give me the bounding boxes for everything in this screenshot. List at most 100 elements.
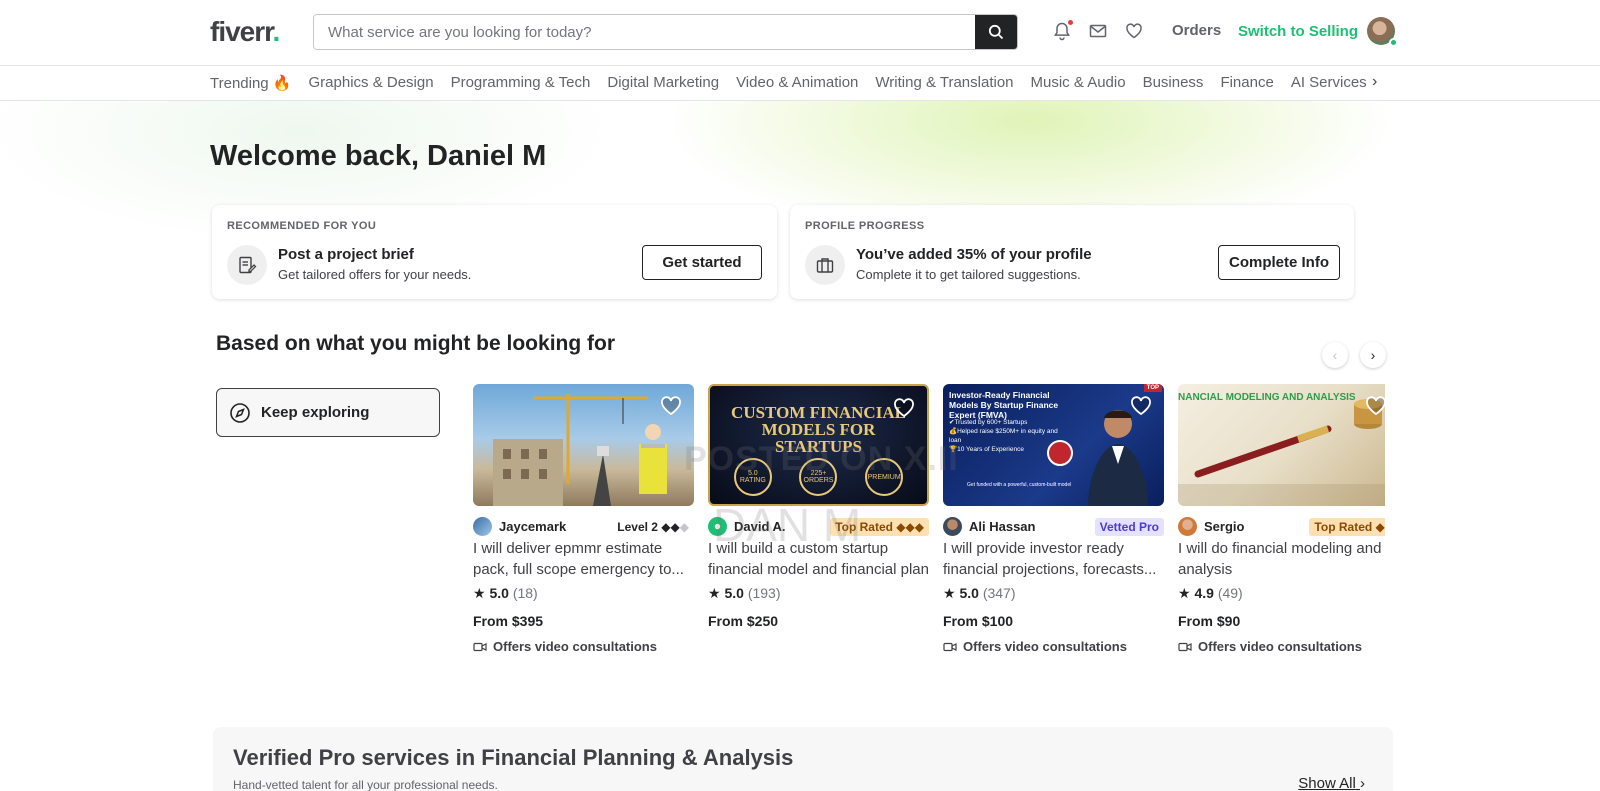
profile-eyebrow: PROFILE PROGRESS <box>805 220 925 232</box>
top-tag: TOP <box>1143 384 1162 392</box>
brief-edit-icon <box>239 256 257 274</box>
welcome-heading: Welcome back, Daniel M <box>210 140 547 172</box>
seller-row: Jaycemark Level 2 ◆◆◆ <box>473 517 694 537</box>
online-status-dot <box>1389 38 1398 47</box>
verified-title: Verified Pro services in Financial Plann… <box>233 745 794 770</box>
gig-title[interactable]: I will do financial modeling and analysi… <box>1178 538 1385 580</box>
gig-rating: ★ 5.0 (347) <box>943 585 1016 601</box>
seller-name[interactable]: Sergio <box>1204 519 1244 534</box>
keep-exploring-label: Keep exploring <box>261 404 370 421</box>
gig-title[interactable]: I will deliver epmmr estimate pack, full… <box>473 538 694 580</box>
star-icon: ★ <box>708 585 721 601</box>
thumb-badge: 225+ ORDERS <box>799 458 838 496</box>
seller-avatar[interactable] <box>943 517 962 536</box>
video-camera-icon <box>473 642 487 651</box>
gig-thumbnail[interactable]: NANCIAL MODELING AND ANALYSIS <box>1178 384 1385 506</box>
gig-card[interactable]: CUSTOM FINANCIAL MODELS FOR STARTUPS 5.0… <box>708 384 929 629</box>
chevron-right-icon: › <box>1370 347 1376 363</box>
verified-subtitle: Hand-vetted talent for all your professi… <box>233 778 498 791</box>
favorite-heart-icon[interactable] <box>893 398 915 418</box>
category-item[interactable]: Writing & Translation <box>875 74 1013 92</box>
seller-row: David A. Top Rated ◆◆◆ <box>708 517 929 537</box>
star-icon: ★ <box>473 585 486 601</box>
pen-and-coins-image <box>1178 399 1385 506</box>
seller-row: Ali Hassan Vetted Pro <box>943 517 1164 537</box>
fmva-seal-icon <box>1047 440 1073 466</box>
gig-thumbnail[interactable]: CUSTOM FINANCIAL MODELS FOR STARTUPS 5.0… <box>708 384 929 506</box>
briefcase-icon <box>816 258 834 273</box>
envelope-icon <box>1089 24 1107 38</box>
gig-rating: ★ 5.0 (18) <box>473 585 538 601</box>
search-bar <box>313 14 1018 50</box>
video-consultation-note: Offers video consultations <box>473 639 657 654</box>
thumb-title: Investor-Ready Financial Models By Start… <box>949 390 1059 420</box>
user-avatar[interactable] <box>1367 17 1398 47</box>
gig-card[interactable]: NANCIAL MODELING AND ANALYSIS Sergio Top… <box>1178 384 1385 654</box>
category-item[interactable]: Finance <box>1220 74 1273 92</box>
seller-avatar[interactable] <box>473 517 492 536</box>
video-camera-icon <box>1178 642 1192 651</box>
profile-progress-card: PROFILE PROGRESS You’ve added 35% of you… <box>790 205 1354 299</box>
carousel-next-button[interactable]: › <box>1360 342 1386 368</box>
heart-icon <box>1126 23 1142 39</box>
brief-icon-wrap <box>227 245 267 285</box>
thumb-badge: 5.0 RATING <box>733 458 772 496</box>
profile-icon-wrap <box>805 245 845 285</box>
seller-level-badge: Level 2 ◆◆◆ <box>617 520 689 534</box>
recommended-eyebrow: RECOMMENDED FOR YOU <box>227 220 377 232</box>
show-all-link[interactable]: Show All › <box>1298 775 1365 791</box>
category-item[interactable]: Trending 🔥 <box>210 74 292 92</box>
search-input[interactable] <box>314 15 975 49</box>
complete-info-button[interactable]: Complete Info <box>1218 245 1340 280</box>
category-item[interactable]: Digital Marketing <box>607 74 719 92</box>
gig-carousel: Jaycemark Level 2 ◆◆◆ I will deliver epm… <box>473 384 1385 664</box>
gig-price: From $395 <box>473 613 544 629</box>
gig-card[interactable]: Investor-Ready Financial Models By Start… <box>943 384 1164 654</box>
seller-name[interactable]: Jaycemark <box>499 519 566 534</box>
seller-avatar[interactable] <box>708 517 727 536</box>
category-item[interactable]: AI Services <box>1291 74 1367 92</box>
search-icon <box>988 24 1004 40</box>
get-started-button[interactable]: Get started <box>642 245 762 280</box>
search-button[interactable] <box>975 15 1017 49</box>
seller-name[interactable]: Ali Hassan <box>969 519 1035 534</box>
favorite-heart-icon[interactable] <box>1365 396 1385 416</box>
thumb-badge: PREMIUM <box>865 458 904 496</box>
profile-subtitle: Complete it to get tailored suggestions. <box>856 267 1081 282</box>
favorites-button[interactable] <box>1124 21 1146 43</box>
notifications-button[interactable] <box>1052 20 1074 43</box>
switch-to-selling-link[interactable]: Switch to Selling <box>1238 23 1358 40</box>
category-nav: Trending 🔥 Graphics & Design Programming &… <box>0 66 1600 101</box>
chevron-right-icon[interactable]: › <box>1372 73 1377 91</box>
category-item[interactable]: Programming & Tech <box>451 74 591 92</box>
gig-title[interactable]: I will provide investor ready financial … <box>943 538 1164 580</box>
gig-thumbnail[interactable]: Investor-Ready Financial Models By Start… <box>943 384 1164 506</box>
favorite-heart-icon[interactable] <box>1130 396 1152 416</box>
seller-avatar[interactable] <box>1178 517 1197 536</box>
carousel-prev-button[interactable]: ‹ <box>1322 342 1348 368</box>
section-title: Based on what you might be looking for <box>216 332 616 355</box>
top-rated-badge: Top Rated ◆◆ <box>1309 518 1385 536</box>
top-rated-badge: Top Rated ◆◆◆ <box>830 518 929 536</box>
thumb-footer: Get funded with a powerful, custom-built… <box>967 482 1072 488</box>
category-item[interactable]: Music & Audio <box>1031 74 1126 92</box>
gig-thumbnail[interactable] <box>473 384 694 506</box>
profile-title: You’ve added 35% of your profile <box>856 246 1092 263</box>
compass-icon <box>230 402 250 423</box>
category-item[interactable]: Video & Animation <box>736 74 858 92</box>
notification-dot <box>1068 20 1073 25</box>
favorite-heart-icon[interactable] <box>660 396 682 416</box>
gig-title[interactable]: I will build a custom startup financial … <box>708 538 929 580</box>
gig-card[interactable]: Jaycemark Level 2 ◆◆◆ I will deliver epm… <box>473 384 694 654</box>
category-item[interactable]: Graphics & Design <box>309 74 434 92</box>
category-item[interactable]: Business <box>1143 74 1204 92</box>
orders-link[interactable]: Orders <box>1172 22 1221 39</box>
gig-rating: ★ 5.0 (193) <box>708 585 781 601</box>
recommended-subtitle: Get tailored offers for your needs. <box>278 267 472 282</box>
video-consultation-note: Offers video consultations <box>943 639 1127 654</box>
messages-button[interactable] <box>1088 21 1110 43</box>
recommended-card: RECOMMENDED FOR YOU Post a project brief… <box>212 205 777 299</box>
seller-name[interactable]: David A. <box>734 519 786 534</box>
fiverr-logo[interactable]: fiverr. <box>210 16 280 48</box>
keep-exploring-button[interactable]: Keep exploring <box>216 388 440 437</box>
